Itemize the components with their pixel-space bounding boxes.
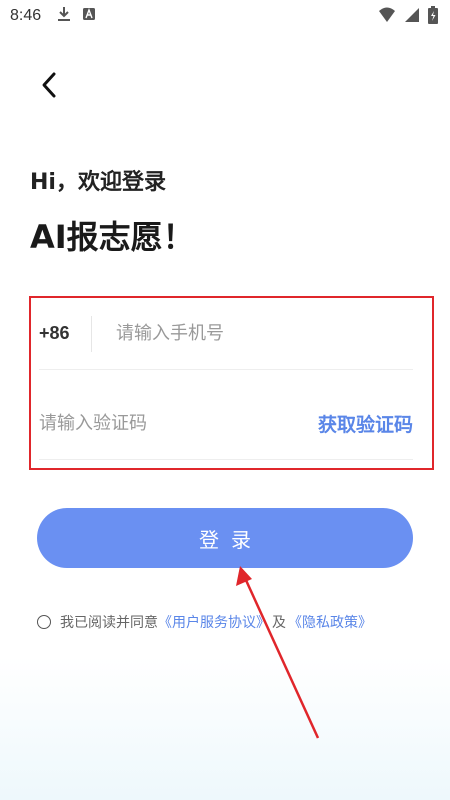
download-icon — [57, 6, 71, 27]
page-title: AI报志愿！ — [30, 218, 195, 256]
divider — [91, 315, 92, 352]
signal-icon — [404, 7, 420, 28]
back-button[interactable] — [34, 72, 64, 102]
agreement-checkbox[interactable] — [37, 615, 51, 629]
agreement-conjunction: 及 — [272, 615, 286, 631]
verification-code-input[interactable] — [39, 413, 279, 434]
wifi-icon — [378, 7, 396, 28]
agreement-row: 我已阅读并同意 《用户服务协议》 及 《隐私政策》 — [37, 612, 372, 632]
login-form-highlight: +86 获取验证码 — [29, 296, 434, 470]
phone-input[interactable] — [116, 323, 386, 344]
status-left-icons — [57, 6, 96, 27]
greeting-text: Hi，欢迎登录 — [30, 170, 166, 195]
status-right-icons — [378, 6, 438, 29]
get-code-button[interactable]: 获取验证码 — [318, 410, 413, 437]
user-agreement-link[interactable]: 《用户服务协议》 — [158, 612, 270, 632]
a-letter-icon — [83, 7, 96, 25]
status-bar: 8:46 — [0, 0, 450, 32]
battery-icon — [428, 6, 438, 29]
status-time: 8:46 — [10, 7, 42, 24]
back-chevron-icon — [39, 71, 59, 103]
privacy-policy-link[interactable]: 《隐私政策》 — [288, 612, 372, 632]
country-code[interactable]: +86 — [39, 323, 91, 344]
code-row: 获取验证码 — [39, 388, 413, 460]
agreement-prefix: 我已阅读并同意 — [60, 615, 158, 631]
phone-row: +86 — [39, 298, 413, 370]
login-button[interactable]: 登录 — [37, 508, 413, 568]
